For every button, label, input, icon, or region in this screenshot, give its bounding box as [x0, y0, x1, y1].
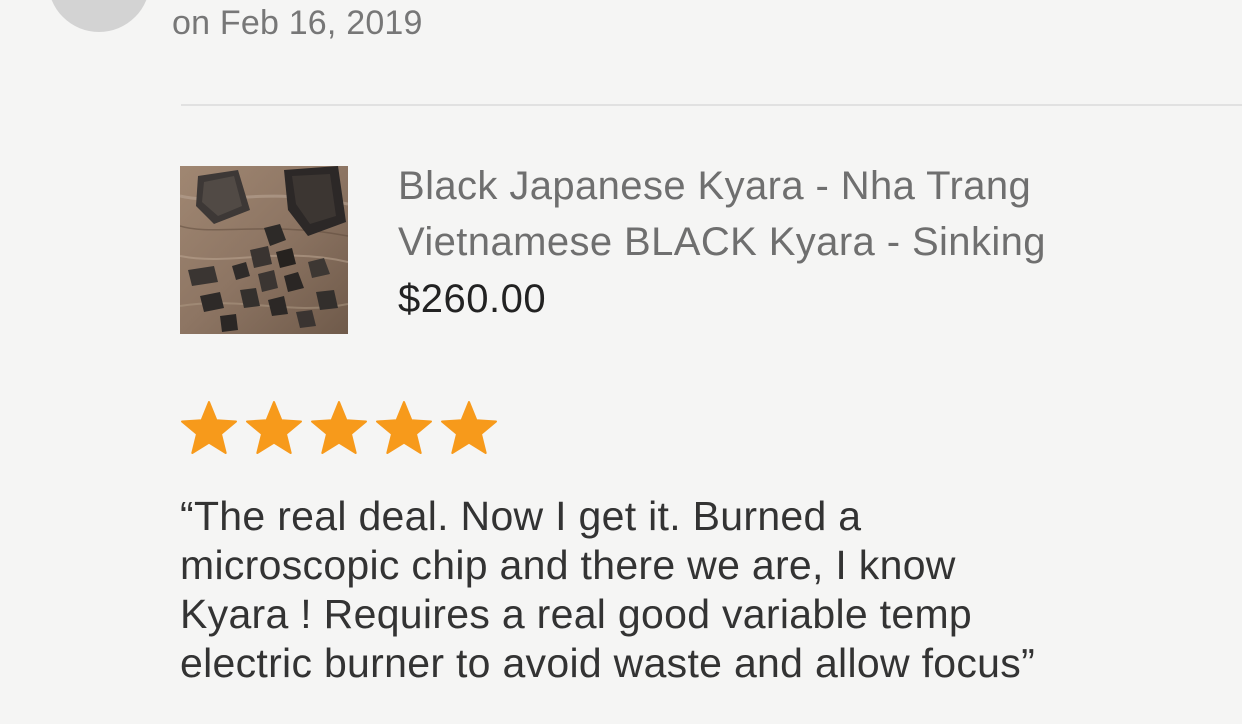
review-text-line: “The real deal. Now I get it. Burned a	[180, 493, 862, 539]
review-card: on Feb 16, 2019 Black Japanese Kyara - N…	[0, 0, 1242, 724]
listing-title-line: Black Japanese Kyara - Nha Trang	[398, 164, 1032, 208]
star-icon	[181, 401, 237, 454]
avatar[interactable]	[48, 0, 150, 32]
star-icon	[246, 401, 302, 454]
listing-title-line: Vietnamese BLACK Kyara - Sinking	[398, 220, 1046, 264]
listing-thumbnail-image	[180, 166, 348, 334]
star-icon	[441, 401, 497, 454]
listing-price: $260.00	[398, 277, 547, 321]
star-rating	[180, 400, 498, 456]
listing-thumbnail[interactable]	[180, 166, 348, 334]
review-date: on Feb 16, 2019	[172, 4, 423, 42]
review-text-line: microscopic chip and there we are, I kno…	[180, 542, 956, 588]
divider	[181, 104, 1242, 106]
listing-title[interactable]: Black Japanese Kyara - Nha Trang Vietnam…	[398, 158, 1178, 270]
star-icon	[311, 401, 367, 454]
review-text-line: Kyara ! Requires a real good variable te…	[180, 591, 973, 637]
review-text: “The real deal. Now I get it. Burned a m…	[180, 492, 1220, 688]
star-icon	[376, 401, 432, 454]
review-text-line: electric burner to avoid waste and allow…	[180, 640, 1036, 686]
